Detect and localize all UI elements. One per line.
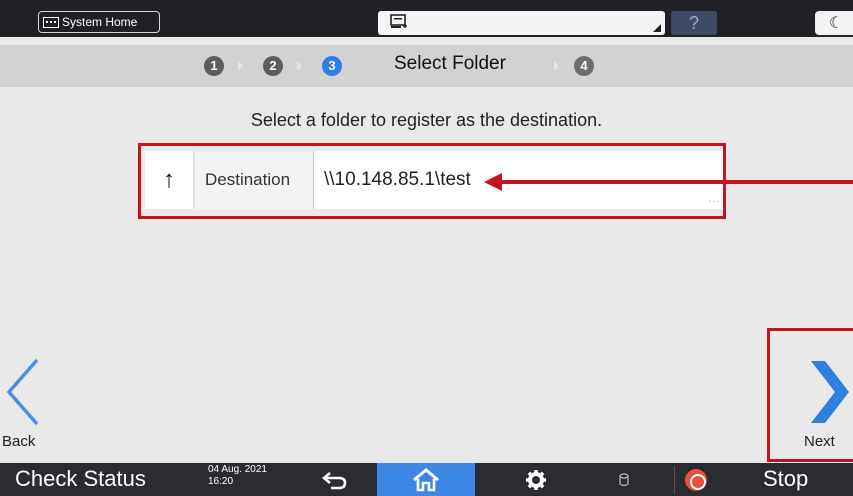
stop-icon[interactable] [685, 469, 707, 491]
next-highlight-box [767, 328, 853, 462]
step-3-indicator: 3 [322, 56, 342, 76]
chevron-left-icon [6, 358, 39, 426]
stop-button[interactable]: Stop [763, 466, 808, 492]
bottom-bar: Check Status 04 Aug. 2021 16:20 Stop [0, 463, 853, 496]
back-button[interactable]: Back [0, 357, 60, 457]
check-status-button[interactable]: Check Status [15, 466, 146, 492]
divider [674, 466, 675, 494]
system-home-label: System Home [62, 15, 138, 29]
help-button[interactable]: ? [671, 11, 717, 35]
step-separator-icon [297, 61, 302, 71]
step-1-indicator[interactable]: 1 [204, 56, 224, 76]
gear-icon [526, 469, 546, 490]
corner-indicator-icon [653, 24, 661, 32]
return-arrow-icon [322, 471, 347, 489]
apps-grid-icon [43, 16, 59, 28]
annotation-arrow-line [500, 180, 853, 184]
help-label: ? [688, 13, 699, 33]
step-4-indicator: 4 [574, 56, 594, 76]
step-title: Select Folder [394, 53, 506, 74]
system-home-button[interactable]: System Home [38, 11, 160, 33]
date-time: 04 Aug. 2021 16:20 [208, 464, 267, 488]
date-text: 04 Aug. 2021 [208, 464, 267, 475]
energy-saver-button[interactable]: ☾ [815, 11, 853, 35]
instruction-text: Select a folder to register as the desti… [250, 110, 603, 130]
step-separator-icon [238, 61, 243, 71]
return-button[interactable] [313, 463, 357, 496]
back-label: Back [2, 433, 36, 450]
home-button[interactable] [377, 463, 475, 496]
moon-icon: ☾ [829, 15, 844, 32]
data-indicator [612, 463, 636, 496]
database-icon [619, 472, 629, 486]
step-separator-icon [554, 61, 559, 71]
step-2-indicator[interactable]: 2 [263, 56, 283, 76]
app-switcher[interactable] [378, 11, 665, 35]
annotation-arrow-head-icon [484, 173, 502, 191]
step-bar: 1 2 3 Select Folder 4 [0, 45, 853, 87]
scanner-icon [390, 14, 407, 28]
home-icon [413, 467, 439, 491]
top-bar: System Home ? ☾ [0, 0, 853, 37]
time-text: 16:20 [208, 476, 234, 487]
settings-button[interactable] [514, 463, 558, 496]
